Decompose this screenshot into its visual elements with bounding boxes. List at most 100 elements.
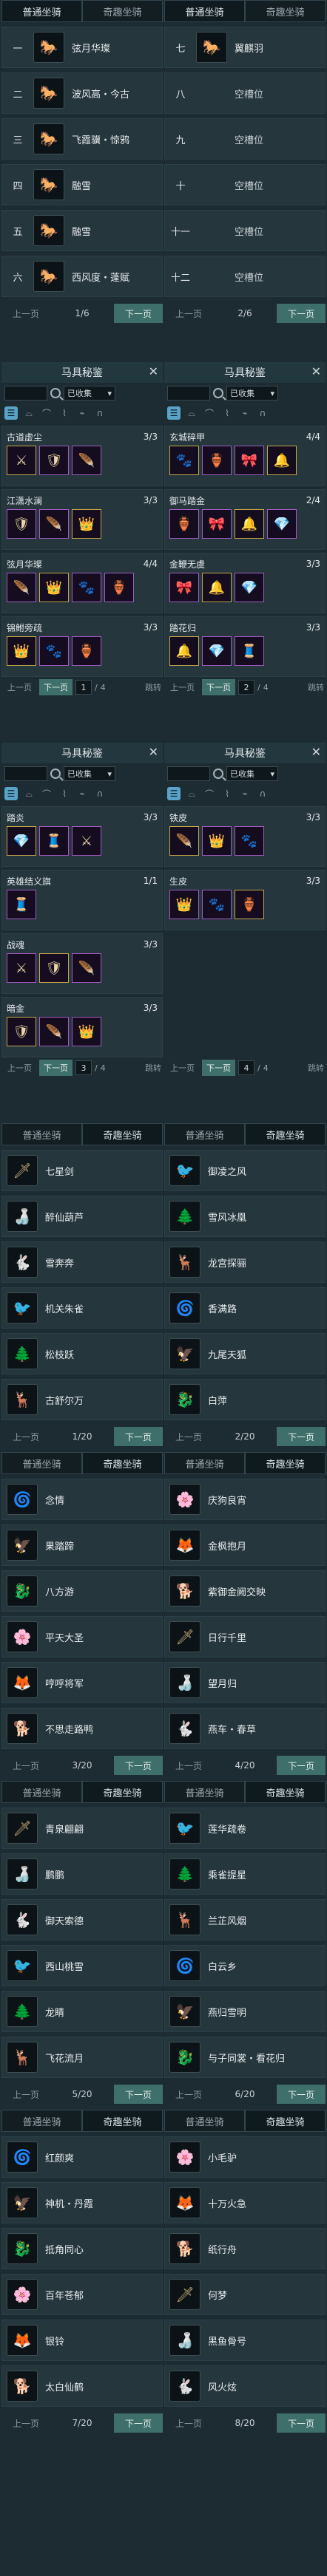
mount-row[interactable]: 🗡 何梦 [164,2274,326,2315]
gear-set-card[interactable]: 生皮 3/3 👑 🐾 🏺 [164,870,326,930]
mount-row[interactable]: 🐕 不思走路鸭 [1,1708,163,1749]
slot-row[interactable]: 十一 空槽位 [164,210,326,251]
prev-page-button[interactable]: 上一页 [1,1427,50,1446]
gear-item-icon[interactable]: 🪶 [39,509,69,539]
jump-button[interactable]: 跳转 [145,681,161,693]
horseshoe-icon[interactable]: ∩ [256,787,269,800]
tab-normal-mount[interactable]: 普通坐骑 [164,0,245,22]
tail-icon[interactable]: ⌁ [238,787,252,800]
gear-item-icon[interactable]: 🛡 [39,446,69,475]
next-page-button[interactable]: 下一页 [277,2413,326,2433]
jump-button[interactable]: 跳转 [308,681,324,693]
mount-row[interactable]: 🗡 七星剑 [1,1150,163,1191]
collected-select[interactable]: 已收集 ▾ [64,386,115,401]
gear-item-icon[interactable]: ⚔ [72,826,101,856]
gear-set-card[interactable]: 弦月华璨 4/4 🪶 👑 🐾 🏺 [1,553,163,613]
mount-row[interactable]: 🌀 香满路 [164,1287,326,1329]
gear-set-card[interactable]: 古道虚尘 3/3 ⚔ 🛡 🪶 [1,426,163,486]
mount-row[interactable]: 🦅 九尾天狐 [164,1333,326,1374]
mount-row[interactable]: 🍶 醉仙葫芦 [1,1196,163,1237]
search-icon[interactable] [50,388,61,398]
gear-item-icon[interactable]: 🏺 [202,446,232,475]
mount-row[interactable]: 🌲 乘雀提星 [164,1853,326,1895]
gear-set-card[interactable]: 玄城碎甲 4/4 🐾 🏺 🎀 🔔 [164,426,326,486]
mount-row[interactable]: 🌀 白云乡 [164,1945,326,1986]
page-input[interactable]: 4 [238,1060,254,1075]
close-icon[interactable]: ✕ [149,364,158,378]
prev-page-button[interactable]: 上一页 [164,1427,213,1446]
mount-row[interactable]: 🌸 小毛驴 [164,2136,326,2178]
tab-normal-mount[interactable]: 普通坐骑 [1,0,82,22]
mount-row[interactable]: 🦅 果踏蹄 [1,1524,163,1566]
tab-normal-mount[interactable]: 普通坐骑 [1,1452,82,1474]
prev-page-button[interactable]: 上一页 [1,2085,50,2104]
mount-row[interactable]: 🦊 哼呼将军 [1,1662,163,1703]
gear-item-icon[interactable]: 💎 [202,636,232,666]
mount-row[interactable]: 🐕 紫御金阙交映 [164,1570,326,1612]
mount-row[interactable]: 🌀 念情 [1,1479,163,1520]
gear-item-icon[interactable]: 🐾 [72,573,101,602]
mount-row[interactable]: 🌸 百年苍郁 [1,2274,163,2315]
gear-item-icon[interactable]: 🐾 [202,890,232,919]
mount-row[interactable]: 🐉 八方游 [1,1570,163,1612]
mount-row[interactable]: 🦅 神机・丹霞 [1,2182,163,2224]
prev-page-button[interactable]: 上一页 [164,1756,213,1775]
mount-row[interactable]: 🐇 风火炫 [164,2365,326,2407]
stirrup-icon[interactable]: ⌒ [40,787,53,800]
gear-item-icon[interactable]: 👑 [7,636,36,666]
next-page-button[interactable]: 下一页 [114,304,163,323]
gear-set-card[interactable]: 暗金 3/3 🛡 🪶 👑 [1,997,163,1057]
gear-item-icon[interactable]: 🪶 [72,953,101,983]
gear-item-icon[interactable]: 👑 [72,509,101,539]
mount-row[interactable]: 🦅 燕归雪明 [164,1991,326,2032]
tab-normal-mount[interactable]: 普通坐骑 [1,1123,82,1145]
prev-page-button[interactable]: 上一页 [1,2413,50,2433]
mount-row[interactable]: 🍶 望月归 [164,1662,326,1703]
gear-item-icon[interactable]: 💎 [235,573,264,602]
category-dropdown[interactable] [4,386,47,401]
mount-row[interactable]: 🐕 太白仙鹤 [1,2365,163,2407]
gear-item-icon[interactable]: 🪶 [39,1017,69,1046]
gear-item-icon[interactable]: 🎀 [235,446,264,475]
gear-item-icon[interactable]: 🐾 [39,636,69,666]
gear-item-icon[interactable]: 🛡 [39,953,69,983]
gear-set-card[interactable]: 铁皮 3/3 🪶 👑 🐾 [164,806,326,867]
bridle-icon[interactable]: ⌇ [220,406,234,420]
gear-item-icon[interactable]: 🏺 [72,636,101,666]
gear-set-card[interactable]: 御马踏金 2/4 🏺 🎀 🔔 💎 [164,489,326,550]
page-input[interactable]: 2 [238,680,254,695]
gear-item-icon[interactable]: 👑 [202,826,232,856]
bridle-icon[interactable]: ⌇ [58,406,71,420]
next-page-button[interactable]: 下一页 [39,1060,73,1076]
mount-row[interactable]: 🐇 雪奔奔 [1,1241,163,1283]
slot-row[interactable]: 六 🐎 西风度・蓬赋 [1,256,163,297]
close-icon[interactable]: ✕ [311,745,321,759]
next-page-button[interactable]: 下一页 [277,1427,326,1446]
saddle-icon[interactable]: ⌓ [22,406,36,420]
next-page-button[interactable]: 下一页 [114,2085,163,2104]
mount-row[interactable]: 🐦 机关朱雀 [1,1287,163,1329]
gear-item-icon[interactable]: 🛡 [7,509,36,539]
category-dropdown[interactable] [4,766,47,781]
gear-item-icon[interactable]: 🧵 [235,636,264,666]
prev-page-button[interactable]: 上一页 [164,304,213,323]
mount-row[interactable]: 🦌 龙宫探骊 [164,1241,326,1283]
prev-page-button[interactable]: 上一页 [164,2413,213,2433]
slot-row[interactable]: 十二 空槽位 [164,256,326,297]
mount-row[interactable]: 🐕 纸行舟 [164,2228,326,2269]
gear-item-icon[interactable]: 🎀 [202,509,232,539]
gear-item-icon[interactable]: 🐾 [169,446,199,475]
tail-icon[interactable]: ⌁ [75,406,89,420]
mount-row[interactable]: 🐦 莲华疏卷 [164,1807,326,1849]
gear-set-card[interactable]: 江潇水澜 3/3 🛡 🪶 👑 [1,489,163,550]
mount-row[interactable]: 🌲 雪风冰凰 [164,1196,326,1237]
jump-button[interactable]: 跳转 [308,1062,324,1074]
prev-page-button[interactable]: 上一页 [164,2085,213,2104]
gear-item-icon[interactable]: 🪶 [7,573,36,602]
gear-item-icon[interactable]: 💎 [267,509,297,539]
mount-row[interactable]: 🌲 松枝跃 [1,1333,163,1374]
mount-row[interactable]: 🦊 金枫抱月 [164,1524,326,1566]
gear-item-icon[interactable]: ⚔ [7,446,36,475]
tab-normal-mount[interactable]: 普通坐骑 [164,1123,245,1145]
gear-item-icon[interactable]: 🐾 [235,826,264,856]
